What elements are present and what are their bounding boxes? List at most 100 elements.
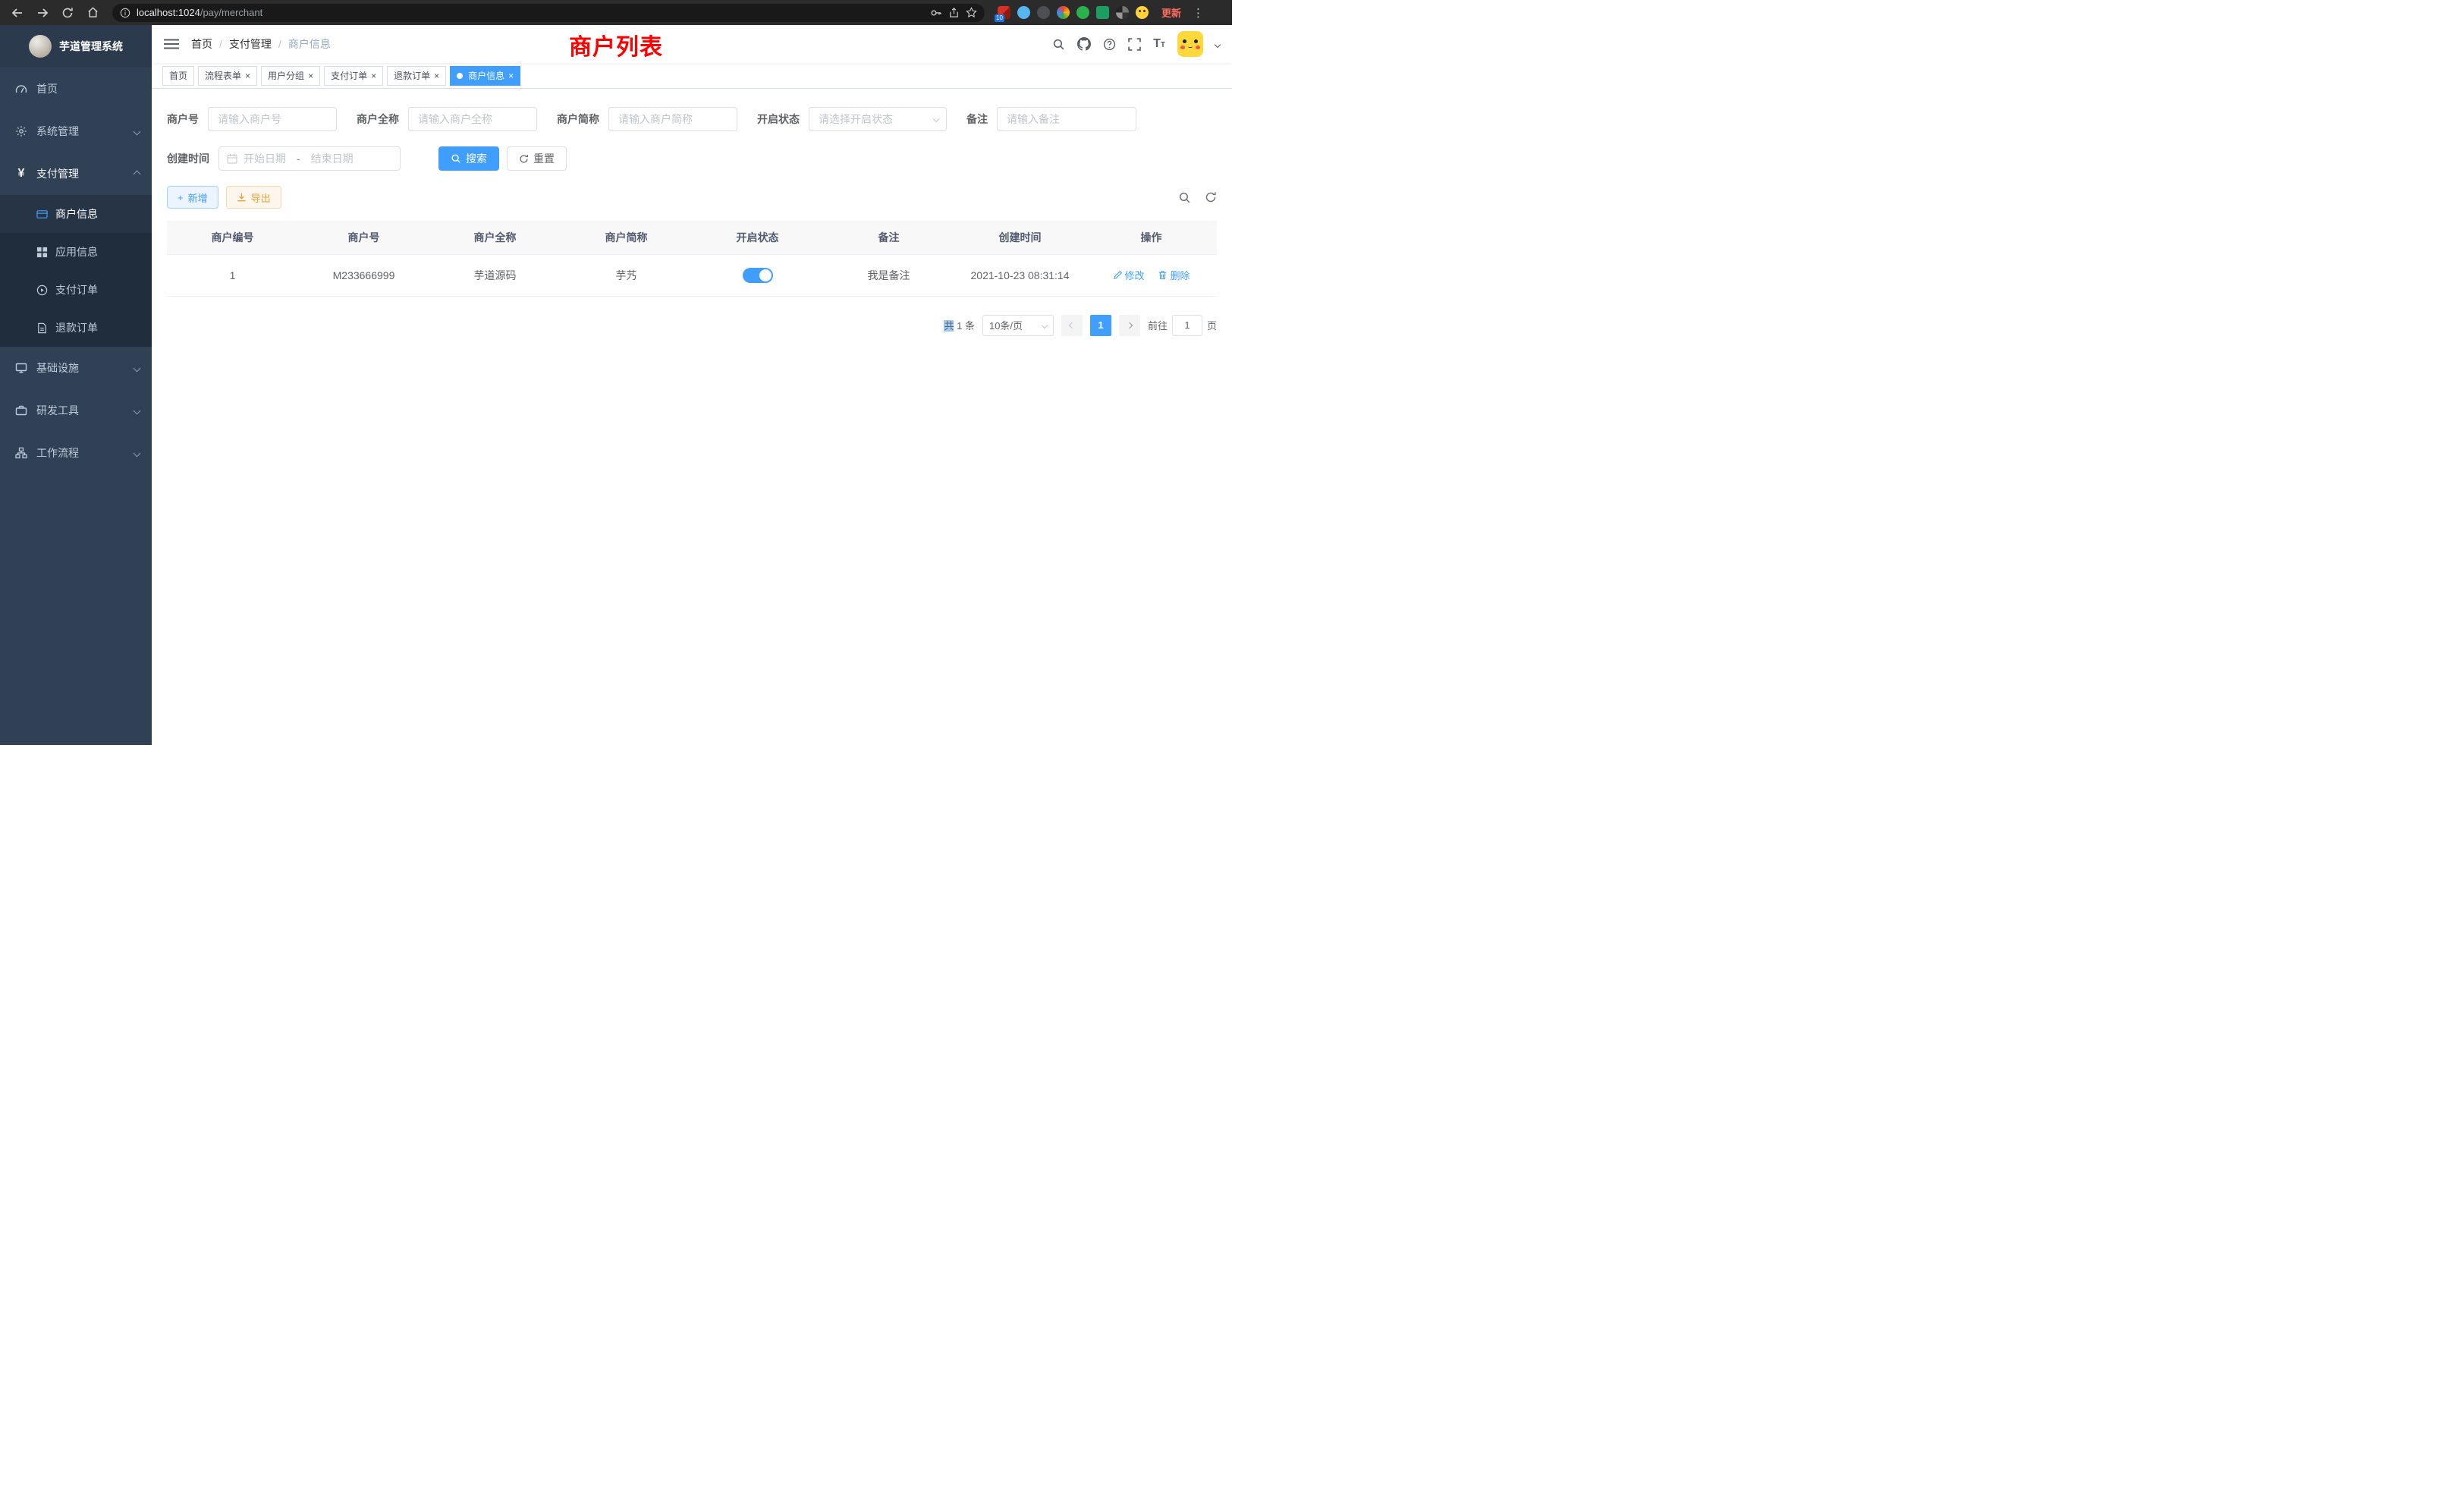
refresh-table-icon[interactable] [1205, 191, 1217, 203]
pay-order-icon [36, 284, 48, 296]
remark-input[interactable] [997, 107, 1136, 131]
sidebar-item-devtools[interactable]: 研发工具 [0, 389, 152, 432]
breadcrumb-pay[interactable]: 支付管理 [229, 36, 272, 52]
sidebar-item-app-info[interactable]: 应用信息 [0, 233, 152, 271]
search-toggle-icon[interactable] [1178, 191, 1191, 204]
merchant-table: 商户编号 商户号 商户全称 商户简称 开启状态 备注 创建时间 操作 1 [167, 221, 1217, 297]
calendar-icon [227, 153, 237, 164]
close-icon[interactable]: × [508, 71, 514, 80]
navbar: 首页 / 支付管理 / 商户信息 [152, 25, 1232, 63]
close-icon[interactable]: × [371, 71, 376, 80]
cell-status [692, 254, 823, 296]
merchant-name-input[interactable] [408, 107, 537, 131]
credit-card-icon [36, 209, 48, 220]
reload-icon[interactable] [58, 3, 77, 23]
password-key-icon[interactable] [930, 7, 942, 19]
tab-pay-order[interactable]: 支付订单× [324, 66, 383, 86]
end-date-placeholder: 结束日期 [311, 151, 354, 166]
status-select[interactable]: 请选择开启状态 [809, 107, 947, 131]
extension-icon[interactable] [1057, 6, 1070, 19]
col-merchant-name: 商户全称 [429, 221, 561, 254]
status-toggle[interactable] [743, 268, 773, 283]
col-merchant-no: 商户号 [298, 221, 429, 254]
browser-menu-icon[interactable]: ⋮ [1191, 6, 1205, 20]
prev-page-button[interactable] [1061, 315, 1083, 336]
extension-icon[interactable] [1037, 6, 1050, 19]
sidebar-item-system[interactable]: 系统管理 [0, 110, 152, 152]
table-toolbar: + 新增 导出 [167, 186, 1217, 209]
page-content: 商户号 商户全称 商户简称 开启状态 请选择开启状态 [152, 89, 1232, 745]
help-icon[interactable] [1103, 38, 1116, 51]
col-status: 开启状态 [692, 221, 823, 254]
caret-down-icon[interactable] [1215, 37, 1220, 51]
pagination-total: 共 1 条 [944, 318, 975, 332]
page-size-select[interactable]: 10条/页 [982, 315, 1054, 336]
export-button[interactable]: 导出 [226, 186, 281, 209]
chevron-down-icon [933, 116, 939, 122]
sidebar-item-pay[interactable]: ¥ 支付管理 [0, 152, 152, 195]
filter-row-2: 创建时间 开始日期 - 结束日期 搜索 重置 [167, 146, 1217, 171]
edit-link[interactable]: 修改 [1113, 268, 1145, 282]
extension-icon[interactable] [1076, 6, 1089, 19]
next-page-button[interactable] [1119, 315, 1140, 336]
main-area: 首页 / 支付管理 / 商户信息 [152, 25, 1232, 745]
page-number-button[interactable]: 1 [1090, 315, 1111, 336]
browser-update-button[interactable]: 更新 [1161, 5, 1181, 20]
tab-refund-order[interactable]: 退款订单× [387, 66, 446, 86]
cell-merchant-no: M233666999 [298, 254, 429, 296]
search-button[interactable]: 搜索 [438, 146, 499, 171]
sidebar-item-refund-order[interactable]: 退款订单 [0, 309, 152, 347]
fullscreen-icon[interactable] [1128, 38, 1141, 51]
bookmark-star-icon[interactable] [966, 7, 977, 18]
chevron-down-icon [134, 407, 141, 414]
workflow-icon [15, 447, 27, 459]
sidebar-item-label: 系统管理 [36, 124, 125, 139]
tab-flow-form[interactable]: 流程表单× [198, 66, 257, 86]
home-icon[interactable] [83, 3, 102, 23]
close-icon[interactable]: × [245, 71, 250, 80]
extension-icon[interactable]: 10 [998, 6, 1010, 19]
sidebar-item-workflow[interactable]: 工作流程 [0, 432, 152, 474]
filter-create-time: 创建时间 开始日期 - 结束日期 [167, 146, 401, 171]
extension-icon[interactable] [1116, 6, 1129, 19]
sidebar-item-label: 应用信息 [55, 244, 98, 259]
tab-home[interactable]: 首页 [162, 66, 194, 86]
font-size-icon[interactable]: TT [1153, 37, 1165, 51]
site-info-icon[interactable] [120, 8, 130, 18]
url-bar[interactable]: localhost:1024/pay/merchant [112, 4, 985, 22]
avatar[interactable] [1177, 31, 1203, 57]
extension-icon[interactable] [1136, 6, 1149, 19]
logo-avatar [29, 35, 52, 58]
sidebar-item-merchant-info[interactable]: 商户信息 [0, 195, 152, 233]
forward-icon[interactable] [33, 3, 52, 23]
sidebar-logo[interactable]: 芋道管理系统 [0, 25, 152, 68]
download-icon [237, 193, 247, 203]
document-icon [36, 322, 48, 334]
reset-button[interactable]: 重置 [507, 146, 567, 171]
tab-user-group[interactable]: 用户分组× [261, 66, 320, 86]
hamburger-icon[interactable] [164, 36, 179, 52]
close-icon[interactable]: × [308, 71, 313, 80]
sidebar-item-pay-order[interactable]: 支付订单 [0, 271, 152, 309]
add-button[interactable]: + 新增 [167, 186, 218, 209]
share-icon[interactable] [948, 7, 960, 18]
merchant-short-name-input[interactable] [608, 107, 737, 131]
close-icon[interactable]: × [434, 71, 439, 80]
extension-icon[interactable] [1096, 6, 1109, 19]
chevron-down-icon [134, 449, 141, 457]
refresh-icon [519, 154, 529, 164]
search-icon[interactable] [1052, 38, 1065, 51]
page-jumper-input[interactable] [1172, 315, 1202, 336]
toggle-knob [759, 269, 772, 281]
github-icon[interactable] [1077, 37, 1091, 51]
tab-merchant-info[interactable]: 商户信息× [450, 66, 520, 86]
extension-icon[interactable] [1017, 6, 1030, 19]
sidebar-item-infra[interactable]: 基础设施 [0, 347, 152, 389]
breadcrumb-home[interactable]: 首页 [191, 36, 212, 52]
date-range-picker[interactable]: 开始日期 - 结束日期 [218, 146, 401, 171]
delete-link[interactable]: 删除 [1158, 268, 1190, 282]
sidebar-item-home[interactable]: 首页 [0, 68, 152, 110]
browser-toolbar: localhost:1024/pay/merchant 10 更新 ⋮ [0, 0, 1232, 25]
back-icon[interactable] [8, 3, 27, 23]
merchant-no-input[interactable] [208, 107, 337, 131]
